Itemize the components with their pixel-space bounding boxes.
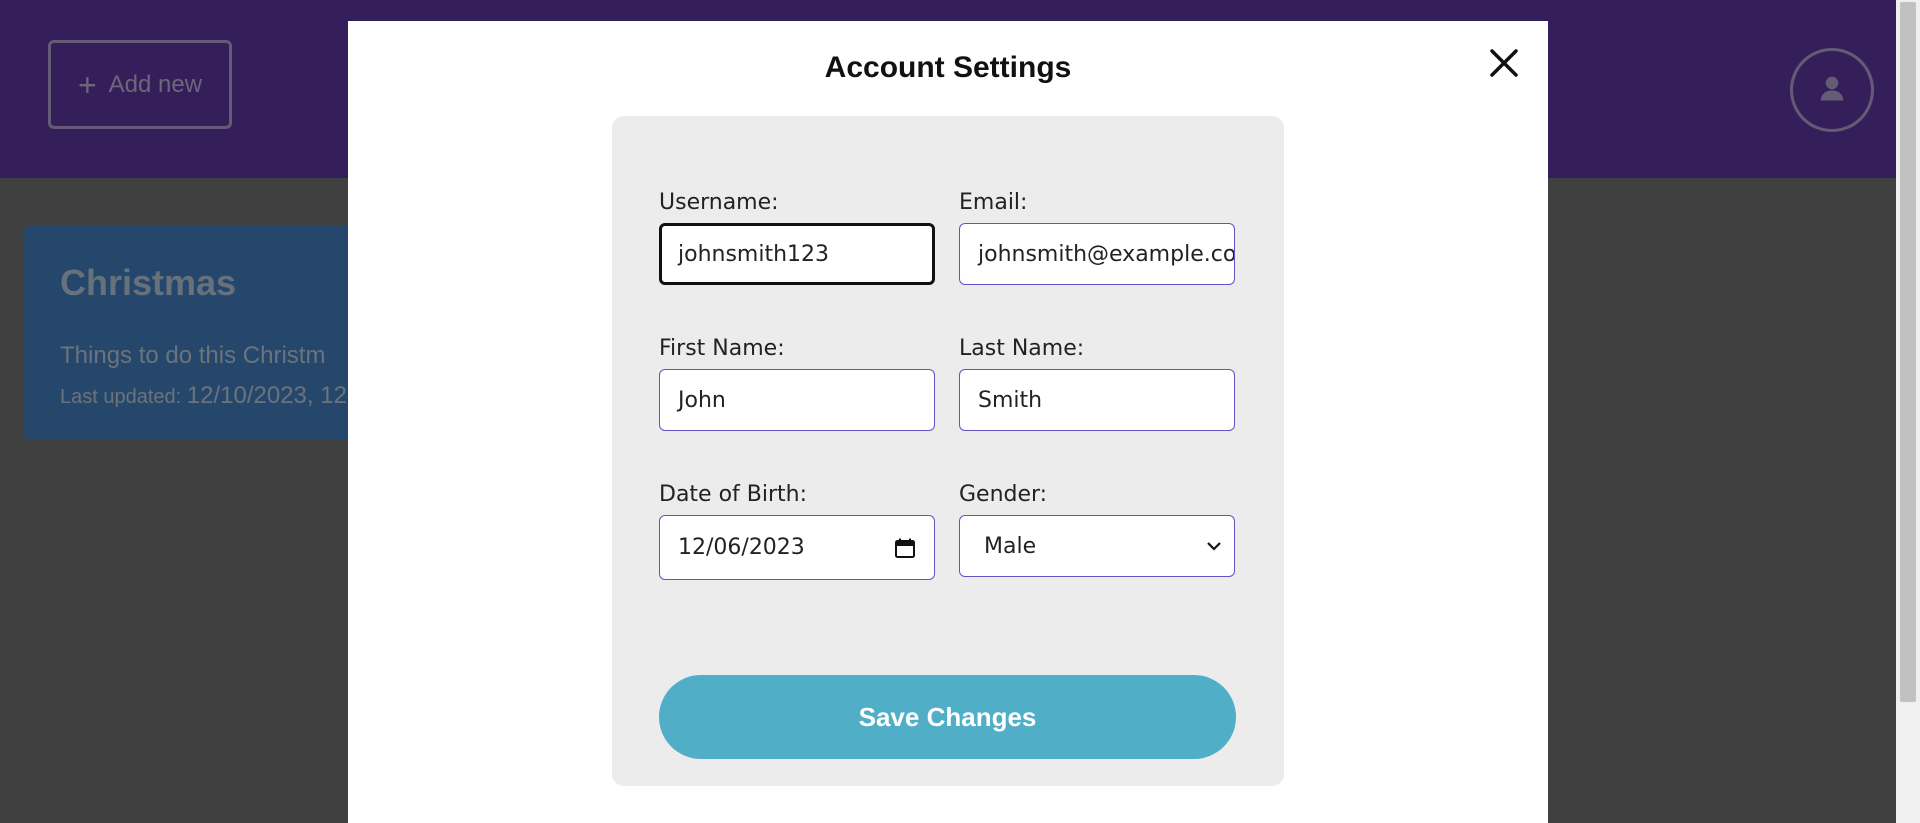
calendar-icon[interactable]	[894, 537, 916, 559]
modal-title: Account Settings	[824, 51, 1072, 84]
save-changes-button[interactable]: Save Changes	[659, 675, 1236, 759]
close-icon	[1486, 49, 1522, 85]
first-name-label: First Name:	[659, 336, 785, 361]
last-name-label: Last Name:	[959, 336, 1085, 361]
last-name-group: Last Name: Smith	[959, 336, 1235, 431]
settings-form: Username: johnsmith123 Email: johnsmith@…	[612, 116, 1284, 786]
username-input[interactable]: johnsmith123	[659, 223, 935, 285]
scrollbar-thumb[interactable]	[1900, 2, 1916, 702]
close-button[interactable]	[1486, 45, 1522, 81]
gender-label: Gender:	[959, 482, 1048, 507]
username-group: Username: johnsmith123	[659, 190, 935, 285]
email-group: Email: johnsmith@example.co	[959, 190, 1235, 285]
first-name-input[interactable]: John	[659, 369, 935, 431]
dob-group: Date of Birth: 12/06/2023	[659, 482, 935, 580]
email-input[interactable]: johnsmith@example.co	[959, 223, 1235, 285]
gender-value: Male	[984, 533, 1037, 559]
dob-label: Date of Birth:	[659, 482, 808, 507]
dob-input[interactable]: 12/06/2023	[659, 515, 935, 580]
gender-group: Gender: Male	[959, 482, 1235, 577]
gender-select[interactable]: Male	[959, 515, 1235, 577]
first-name-group: First Name: John	[659, 336, 935, 431]
chevron-down-icon	[1206, 540, 1222, 552]
username-label: Username:	[659, 190, 779, 215]
last-name-input[interactable]: Smith	[959, 369, 1235, 431]
scrollbar[interactable]	[1896, 0, 1920, 823]
email-label: Email:	[959, 190, 1028, 215]
account-settings-modal: Account Settings Username: johnsmith123 …	[348, 21, 1548, 823]
dob-value: 12/06/2023	[678, 535, 805, 560]
